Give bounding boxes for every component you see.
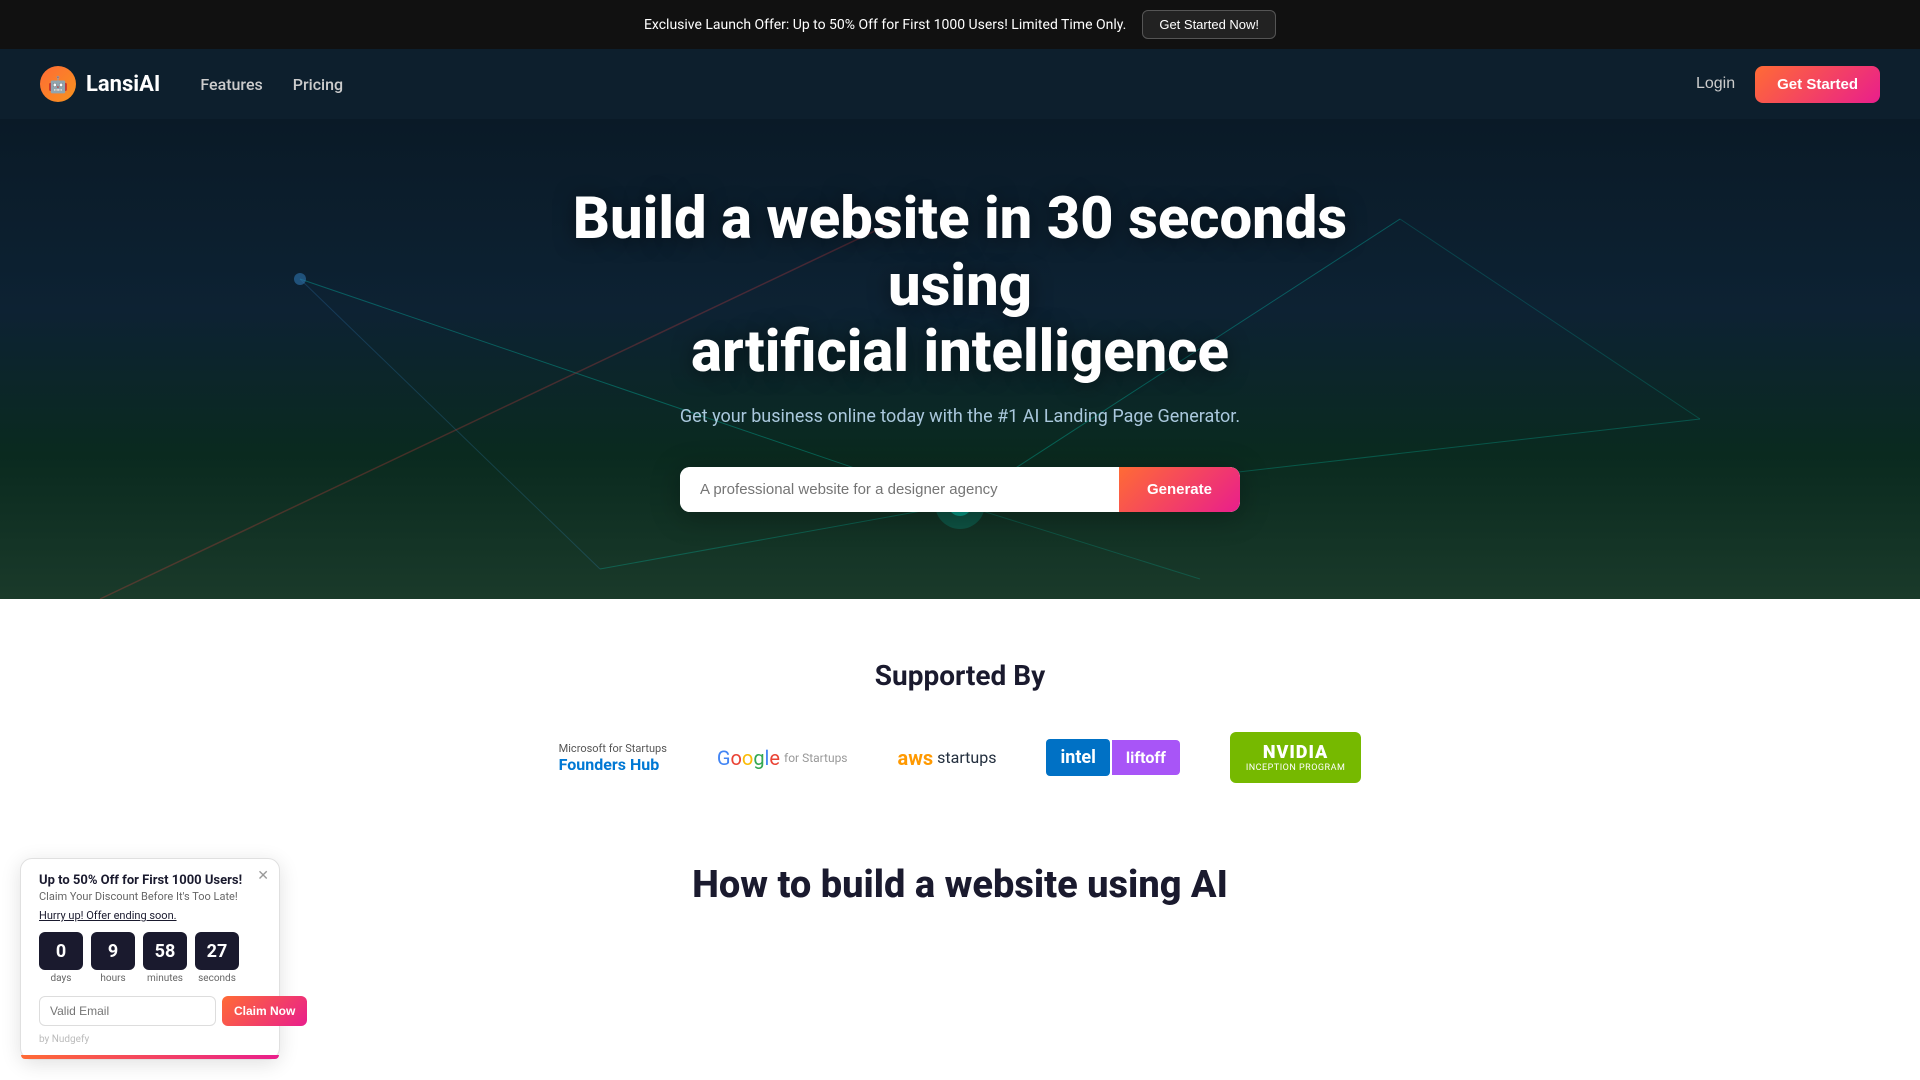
how-to-heading: How to build a website using AI bbox=[80, 863, 1840, 907]
navbar: 🤖 LansiAI Features Pricing Login Get Sta… bbox=[0, 49, 1920, 119]
widget-email-row: Claim Now bbox=[39, 996, 261, 1026]
widget-by-text: by Nudgefy bbox=[39, 1034, 261, 1045]
banner-cta-button[interactable]: Get Started Now! bbox=[1142, 10, 1276, 39]
countdown-seconds: 27 seconds bbox=[195, 932, 239, 984]
nvidia-program: INCEPTION PROGRAM bbox=[1246, 763, 1346, 773]
logo-intel-liftoff: intel liftoff bbox=[1046, 739, 1179, 776]
countdown-days: 0 days bbox=[39, 932, 83, 984]
logo-google: Google for Startups bbox=[717, 746, 848, 770]
widget-bottom-bar bbox=[21, 1055, 279, 1059]
hero-search-bar: Generate bbox=[680, 467, 1240, 512]
countdown-boxes: 0 days 9 hours 58 minutes 27 seconds bbox=[39, 932, 261, 984]
top-banner: Exclusive Launch Offer: Up to 50% Off fo… bbox=[0, 0, 1920, 49]
hero-title: Build a website in 30 seconds using arti… bbox=[510, 186, 1410, 386]
hero-section: Build a website in 30 seconds using arti… bbox=[0, 119, 1920, 599]
nav-link-pricing[interactable]: Pricing bbox=[293, 75, 343, 94]
widget-title: Up to 50% Off for First 1000 Users! bbox=[39, 873, 261, 888]
google-text: Google bbox=[717, 746, 780, 770]
hours-label: hours bbox=[100, 973, 125, 984]
supported-by-heading: Supported By bbox=[40, 659, 1880, 692]
nav-links: Features Pricing bbox=[200, 75, 343, 94]
logo[interactable]: 🤖 LansiAI bbox=[40, 66, 160, 102]
how-to-section: How to build a website using AI bbox=[40, 823, 1880, 927]
logo-founders-hub: Microsoft for Startups Founders Hub bbox=[559, 742, 667, 774]
logo-icon: 🤖 bbox=[40, 66, 76, 102]
logo-text: LansiAI bbox=[86, 72, 160, 97]
hero-title-line1: Build a website in 30 seconds using bbox=[573, 185, 1347, 320]
intel-text: intel bbox=[1046, 739, 1109, 776]
hours-number: 9 bbox=[91, 932, 135, 970]
nav-link-features[interactable]: Features bbox=[200, 75, 262, 94]
hero-subtitle: Get your business online today with the … bbox=[510, 406, 1410, 427]
founders-main-text: Founders Hub bbox=[559, 755, 660, 774]
widget-subtitle: Claim Your Discount Before It's Too Late… bbox=[39, 890, 261, 903]
widget-hurry-text[interactable]: Hurry up! Offer ending soon. bbox=[39, 909, 261, 922]
countdown-minutes: 58 minutes bbox=[143, 932, 187, 984]
logo-aws: aws startups bbox=[898, 746, 997, 770]
minutes-label: minutes bbox=[147, 973, 183, 984]
hero-title-line2: artificial intelligence bbox=[691, 318, 1229, 386]
banner-text: Exclusive Launch Offer: Up to 50% Off fo… bbox=[644, 17, 1126, 33]
nvidia-name: NVIDIA bbox=[1263, 742, 1328, 763]
hero-content: Build a website in 30 seconds using arti… bbox=[510, 186, 1410, 512]
google-for-text: for Startups bbox=[784, 751, 847, 765]
liftoff-text: liftoff bbox=[1112, 740, 1180, 775]
nvidia-box: NVIDIA INCEPTION PROGRAM bbox=[1230, 732, 1362, 783]
seconds-label: seconds bbox=[198, 973, 236, 984]
seconds-number: 27 bbox=[195, 932, 239, 970]
below-hero: Supported By Microsoft for Startups Foun… bbox=[0, 599, 1920, 967]
logos-row: Microsoft for Startups Founders Hub Goog… bbox=[40, 732, 1880, 783]
countdown-widget: ✕ Up to 50% Off for First 1000 Users! Cl… bbox=[20, 858, 280, 1060]
hero-search-input[interactable] bbox=[680, 467, 1119, 512]
widget-email-input[interactable] bbox=[39, 996, 216, 1026]
nav-left: 🤖 LansiAI Features Pricing bbox=[40, 66, 343, 102]
generate-button[interactable]: Generate bbox=[1119, 467, 1240, 512]
nav-right: Login Get Started bbox=[1696, 66, 1880, 103]
aws-startups-text: startups bbox=[937, 748, 996, 767]
founders-top-text: Microsoft for Startups bbox=[559, 742, 667, 755]
days-number: 0 bbox=[39, 932, 83, 970]
supported-by-section: Supported By Microsoft for Startups Foun… bbox=[40, 659, 1880, 783]
login-button[interactable]: Login bbox=[1696, 75, 1735, 93]
logo-nvidia: NVIDIA INCEPTION PROGRAM bbox=[1230, 732, 1362, 783]
widget-close-button[interactable]: ✕ bbox=[257, 867, 269, 884]
aws-text: aws bbox=[898, 746, 934, 770]
get-started-button[interactable]: Get Started bbox=[1755, 66, 1880, 103]
days-label: days bbox=[51, 973, 72, 984]
countdown-hours: 9 hours bbox=[91, 932, 135, 984]
widget-claim-button[interactable]: Claim Now bbox=[222, 996, 307, 1026]
minutes-number: 58 bbox=[143, 932, 187, 970]
